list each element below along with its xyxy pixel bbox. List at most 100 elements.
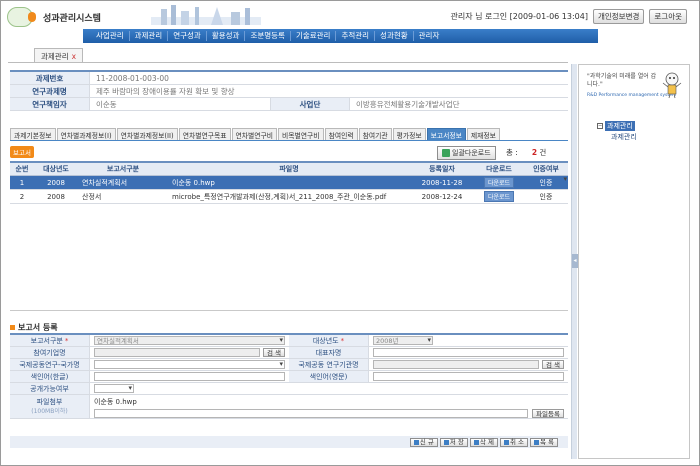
total-number: 2 [531, 148, 538, 157]
cancel-button[interactable]: 취 소 [499, 437, 528, 447]
tab-annual-info-1[interactable]: 연차별과제정보(I) [56, 128, 116, 140]
form-cell: 검 색 [369, 359, 568, 370]
form-title: 보고서 등록 [10, 322, 58, 333]
index-kr-input[interactable] [94, 372, 285, 381]
tab-annual-goal[interactable]: 연차별연구목표 [178, 128, 231, 140]
company-search-button[interactable]: 검 색 [262, 348, 285, 357]
tree-expand-icon[interactable]: − [597, 123, 603, 129]
new-label: 신 규 [419, 438, 434, 446]
file-path-input[interactable] [94, 409, 529, 418]
nav-item-research[interactable]: 연구성과 [168, 31, 207, 41]
year-select[interactable]: 2008년 [373, 336, 433, 345]
nav-item-tracking[interactable]: 추적관리 [336, 31, 376, 41]
table-row[interactable]: 1 2008 연차실적계획서 이순동 0.hwp 2008-11-28 다운로드… [10, 175, 568, 190]
nav-item-register[interactable]: 조분명등록 [245, 31, 291, 41]
tab-sanction[interactable]: 제재정보 [466, 128, 500, 140]
tab-annual-info-2[interactable]: 연차별과제정보(II) [116, 128, 178, 140]
col-header: 다운로드 [474, 161, 524, 176]
tab-basic-info[interactable]: 과제기본정보 [10, 128, 56, 140]
tab-institution[interactable]: 참여기관 [358, 128, 392, 140]
required-icon: * [64, 336, 69, 345]
cell-file: 이순동 0.hwp [168, 175, 410, 190]
panel-splitter[interactable]: ◂ [571, 64, 578, 459]
cell-cert: 인증 [524, 189, 568, 204]
col-header: 등록일자 [410, 161, 474, 176]
table-row[interactable]: 2 2008 산정서 microbe_특정연구개발과제(산정,계획)서_211_… [10, 189, 568, 204]
cell-type: 산정서 [78, 189, 168, 204]
file-line: 파일등록 [94, 409, 564, 418]
nav-item-admin[interactable]: 관리자 [414, 31, 445, 41]
file-limit: (100MB이하) [31, 407, 68, 415]
new-button[interactable]: 신 규 [409, 437, 438, 447]
tab-report[interactable]: 보고서정보 [426, 128, 466, 140]
public-select[interactable] [94, 384, 134, 393]
tab-item-budget[interactable]: 비목별연구비 [278, 128, 324, 140]
form-cell [369, 347, 568, 358]
tab-personnel[interactable]: 참여인력 [324, 128, 358, 140]
cell-type: 연차실적계획서 [78, 175, 168, 190]
cell-no: 1 [10, 175, 34, 190]
report-type-select[interactable]: 연차실적계획서 [94, 336, 285, 345]
tree-node-root[interactable]: − 과제관리 [597, 121, 637, 131]
divider [8, 62, 568, 63]
tab-evaluation[interactable]: 평가정보 [392, 128, 426, 140]
tree-root-label: 과제관리 [605, 121, 635, 131]
form-label: 대상년도 * [289, 335, 369, 346]
file-upload-button[interactable]: 파일등록 [532, 409, 564, 418]
cancel-label: 취 소 [509, 438, 524, 446]
save-label: 저 장 [449, 438, 464, 446]
index-en-input[interactable] [373, 372, 564, 381]
info-row: 연구책임자 이순동 사업단 이방흥유전체활용기술개발사업단 [10, 98, 568, 111]
city-skyline-icon [151, 5, 261, 25]
cancel-icon [503, 439, 509, 445]
form-row: 공개가능여부 [10, 383, 568, 395]
total-unit: 건 [539, 148, 547, 157]
profile-button[interactable]: 개인정보변경 [592, 9, 645, 24]
nav-item-project[interactable]: 사업관리 [91, 31, 130, 41]
file-name: 이순동 0.hwp [94, 398, 137, 406]
close-icon[interactable]: x [72, 52, 76, 61]
list-label: 목 록 [539, 438, 554, 446]
info-value: 11-2008-01-003-00 [96, 73, 169, 83]
nav-item-task[interactable]: 과제관리 [130, 31, 169, 41]
logout-button[interactable]: 로그아웃 [649, 9, 687, 24]
file-label: 파일첨부 [36, 397, 63, 406]
nav-item-status[interactable]: 성과현황 [375, 31, 414, 41]
report-form: 보고서구분* 연차실적계획서 대상년도* 2008년 참여기업명 검 색 대표자… [10, 333, 568, 419]
intl-org-input[interactable] [373, 360, 539, 369]
divider [10, 140, 568, 141]
info-value: 제주 바람마의 장애이용률 자원 확보 및 향상 [96, 86, 235, 96]
info-row: 연구과제명 제주 바람마의 장애이용률 자원 확보 및 향상 [10, 85, 568, 98]
form-label: 대표자명 [289, 347, 369, 358]
download-button[interactable]: 다운로드 [483, 191, 515, 202]
list-button[interactable]: 목 록 [529, 437, 558, 447]
cell-date: 2008-12-24 [410, 189, 474, 204]
info-label: 사업단 [270, 98, 350, 110]
delete-button[interactable]: 삭 제 [469, 437, 498, 447]
download-all-label: 일괄다운로드 [452, 149, 491, 157]
tree-node-child[interactable]: 과제관리 [611, 132, 637, 142]
representative-input[interactable] [373, 348, 564, 357]
nav-item-utilization[interactable]: 활용성과 [207, 31, 246, 41]
company-input[interactable] [94, 348, 260, 357]
country-select[interactable] [94, 360, 285, 369]
tab-annual-budget[interactable]: 연차별연구비 [231, 128, 278, 140]
page-tab[interactable]: 과제관리 x [34, 48, 84, 62]
download-all-button[interactable]: 일괄다운로드 [437, 146, 496, 160]
info-value: 이순동 [96, 99, 117, 109]
form-cell: 연차실적계획서 [90, 335, 289, 346]
cell-file: microbe_특정연구개발과제(산정,계획)서_211_2008_주관_이순동… [168, 189, 410, 204]
intl-org-search-button[interactable]: 검 색 [541, 360, 564, 369]
form-label: 색인어(영문) [289, 371, 369, 382]
form-cell: 검 색 [90, 347, 289, 358]
logo[interactable]: 성과관리시스템 [7, 7, 101, 27]
form-label: 국제공동 연구기관명 [289, 359, 369, 370]
download-button[interactable]: 다운로드 [483, 177, 515, 188]
form-row: 파일첨부 (100MB이하) 이순동 0.hwp 파일등록 [10, 395, 568, 419]
nav-item-royalty[interactable]: 기술료관리 [291, 31, 337, 41]
save-button[interactable]: 저 장 [439, 437, 468, 447]
bullet-icon [10, 325, 15, 330]
report-table: 순번 대상년도 보고서구분 파일명 등록일자 다운로드 인증여부 1 2008 … [10, 161, 568, 204]
form-label: 참여기업명 [10, 347, 90, 358]
cell-no: 2 [10, 189, 34, 204]
